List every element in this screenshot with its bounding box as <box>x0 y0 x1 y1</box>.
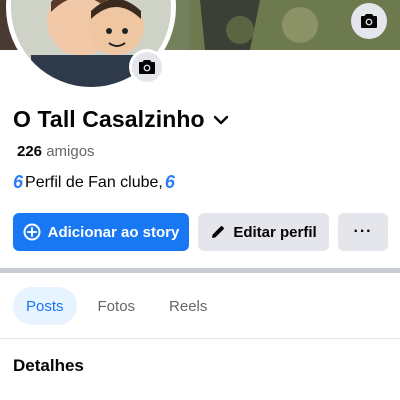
swirl-emoji: 6 <box>164 172 175 192</box>
profile-name-row[interactable]: O Tall Casalzinho <box>13 106 229 133</box>
add-circle-icon <box>23 223 41 241</box>
tab-reels[interactable]: Reels <box>156 287 220 325</box>
camera-icon <box>139 60 155 74</box>
profile-bio: 6 Perfil de Fan clube, 6 <box>13 172 175 193</box>
friends-label: amigos <box>46 143 95 160</box>
pencil-icon <box>212 226 225 238</box>
tab-fotos[interactable]: Fotos <box>85 287 149 325</box>
friends-number: 226 <box>17 143 43 160</box>
edit-profile-button[interactable]: Editar perfil <box>198 213 329 251</box>
tab-posts[interactable]: Posts <box>13 287 77 325</box>
more-options-button[interactable]: ··· <box>338 213 388 251</box>
profile-camera-button[interactable] <box>129 49 165 85</box>
camera-icon <box>361 14 377 28</box>
section-divider <box>0 268 400 273</box>
tabs-separator <box>0 338 400 339</box>
details-heading: Detalhes <box>13 356 84 375</box>
friends-count[interactable]: 226 amigos <box>17 143 95 160</box>
chevron-down-icon[interactable] <box>213 115 229 125</box>
more-icon: ··· <box>353 223 373 240</box>
profile-name: O Tall Casalzinho <box>13 106 205 132</box>
profile-tabs: Posts Fotos Reels <box>13 287 220 325</box>
cover-camera-button[interactable] <box>351 3 387 39</box>
edit-profile-label: Editar perfil <box>233 223 317 241</box>
swirl-emoji: 6 <box>13 172 24 192</box>
add-to-story-label: Adicionar ao story <box>47 223 180 241</box>
add-to-story-button[interactable]: Adicionar ao story <box>13 213 189 251</box>
bio-text: Perfil de Fan clube, <box>25 173 163 191</box>
